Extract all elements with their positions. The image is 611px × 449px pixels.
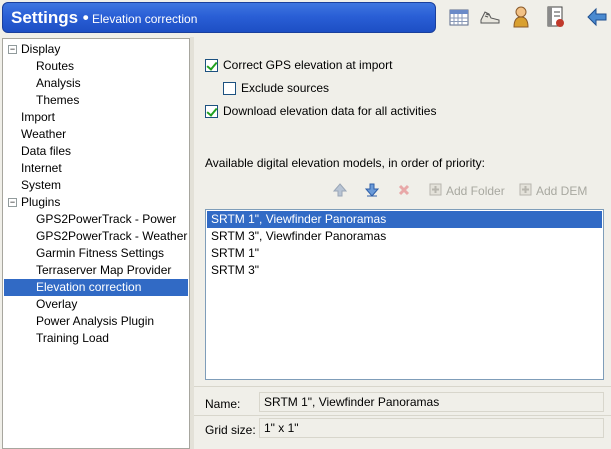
download-elevation-checkbox[interactable] — [205, 105, 218, 118]
name-field: SRTM 1", Viewfinder Panoramas — [259, 392, 604, 412]
add-folder-button[interactable]: Add Folder — [429, 182, 505, 200]
add-dem-button[interactable]: Add DEM — [519, 182, 587, 200]
tree-item[interactable]: Analysis — [33, 75, 85, 92]
dem-list-item[interactable]: SRTM 3" — [207, 262, 602, 279]
tree-item-label: Routes — [36, 59, 75, 73]
tree-item[interactable]: Import — [18, 109, 59, 126]
tree-item-label: Themes — [36, 93, 80, 107]
tree-item[interactable]: Internet — [18, 160, 66, 177]
dem-list-item[interactable]: SRTM 1", Viewfinder Panoramas — [207, 211, 602, 228]
tree-item-label: Plugins — [21, 195, 61, 209]
dem-list-item[interactable]: SRTM 1" — [207, 245, 602, 262]
dem-list[interactable]: SRTM 1", Viewfinder Panoramas SRTM 3", Vi… — [205, 209, 604, 380]
tree-item[interactable]: Garmin Fitness Settings — [33, 245, 168, 262]
tree-item[interactable]: Power Analysis Plugin — [33, 313, 158, 330]
download-elevation-label[interactable]: Download elevation data for all activiti… — [223, 104, 436, 118]
dem-heading: Available digital elevation models, in o… — [205, 156, 485, 170]
arrow-down-icon — [364, 183, 380, 200]
tree-item[interactable]: Elevation correction — [4, 279, 188, 296]
collapse-toggle-icon[interactable]: − — [8, 198, 17, 207]
grid-size-field: 1" x 1" — [259, 418, 604, 438]
tree-item-label: Data files — [21, 144, 72, 158]
name-label: Name: — [205, 397, 241, 411]
exclude-sources-checkbox[interactable] — [223, 82, 236, 95]
exclude-sources-label[interactable]: Exclude sources — [241, 81, 329, 95]
tree-item[interactable]: Weather — [18, 126, 70, 143]
add-dem-icon — [519, 183, 532, 199]
tree-item-label: GPS2PowerTrack - Weather — [36, 229, 188, 243]
tree-item-label: Terraserver Map Provider — [36, 263, 172, 277]
tree-item[interactable]: Overlay — [33, 296, 81, 313]
notebook-icon[interactable] — [544, 6, 566, 28]
tree-item[interactable]: GPS2PowerTrack - Power — [33, 211, 180, 228]
tree-item[interactable]: GPS2PowerTrack - Weather — [33, 228, 191, 245]
add-dem-label: Add DEM — [536, 184, 588, 198]
tree-item[interactable]: Themes — [33, 92, 83, 109]
header-bar: Settings • Elevation correction — [0, 0, 611, 37]
tree-item-label: Internet — [21, 161, 62, 175]
tree-item-label: Weather — [21, 127, 67, 141]
add-folder-label: Add Folder — [446, 184, 505, 198]
remove-button[interactable] — [398, 182, 410, 200]
page-subtitle: Elevation correction — [92, 12, 198, 26]
tree-item-label: System — [21, 178, 62, 192]
tree-item[interactable]: Routes — [33, 58, 78, 75]
dem-list-item[interactable]: SRTM 3", Viewfinder Panoramas — [207, 228, 602, 245]
tree-item[interactable]: Plugins — [18, 194, 64, 211]
tree-item-label: Garmin Fitness Settings — [36, 246, 165, 260]
tree-item-label: Elevation correction — [36, 280, 142, 294]
move-down-button[interactable] — [364, 182, 380, 200]
back-arrow-icon[interactable] — [586, 6, 608, 28]
tree-item-label: Overlay — [36, 297, 78, 311]
tree-item-label: Display — [21, 42, 61, 56]
grid-size-label: Grid size: — [205, 423, 256, 437]
tree-item-label: GPS2PowerTrack - Power — [36, 212, 177, 226]
tree-item-label: Analysis — [36, 76, 81, 90]
settings-content: Correct GPS elevation at import Exclude … — [194, 37, 611, 449]
tree-item[interactable]: Data files — [18, 143, 75, 160]
correct-gps-checkbox[interactable] — [205, 59, 218, 72]
separator — [194, 415, 611, 416]
move-up-button[interactable] — [332, 182, 348, 200]
tree-item[interactable]: System — [18, 177, 65, 194]
calendar-icon[interactable] — [448, 6, 470, 28]
collapse-toggle-icon[interactable]: − — [8, 45, 17, 54]
delete-x-icon — [398, 184, 410, 199]
athlete-icon[interactable] — [510, 6, 532, 28]
page-title: Settings • — [11, 8, 89, 27]
add-folder-icon — [429, 183, 442, 199]
separator — [194, 386, 611, 387]
tree-item-label: Power Analysis Plugin — [36, 314, 155, 328]
tree-item[interactable]: Training Load — [33, 330, 113, 347]
settings-tree[interactable]: Display − Routes Analysis Themes Import Weathe… — [2, 38, 190, 449]
shoe-icon[interactable] — [479, 6, 501, 28]
correct-gps-label[interactable]: Correct GPS elevation at import — [223, 58, 392, 72]
title-banner: Settings • Elevation correction — [2, 2, 436, 33]
tree-item[interactable]: Terraserver Map Provider — [33, 262, 175, 279]
tree-item[interactable]: Display — [18, 41, 64, 58]
tree-item-label: Import — [21, 110, 56, 124]
arrow-up-icon — [332, 182, 348, 200]
tree-item-label: Training Load — [36, 331, 109, 345]
